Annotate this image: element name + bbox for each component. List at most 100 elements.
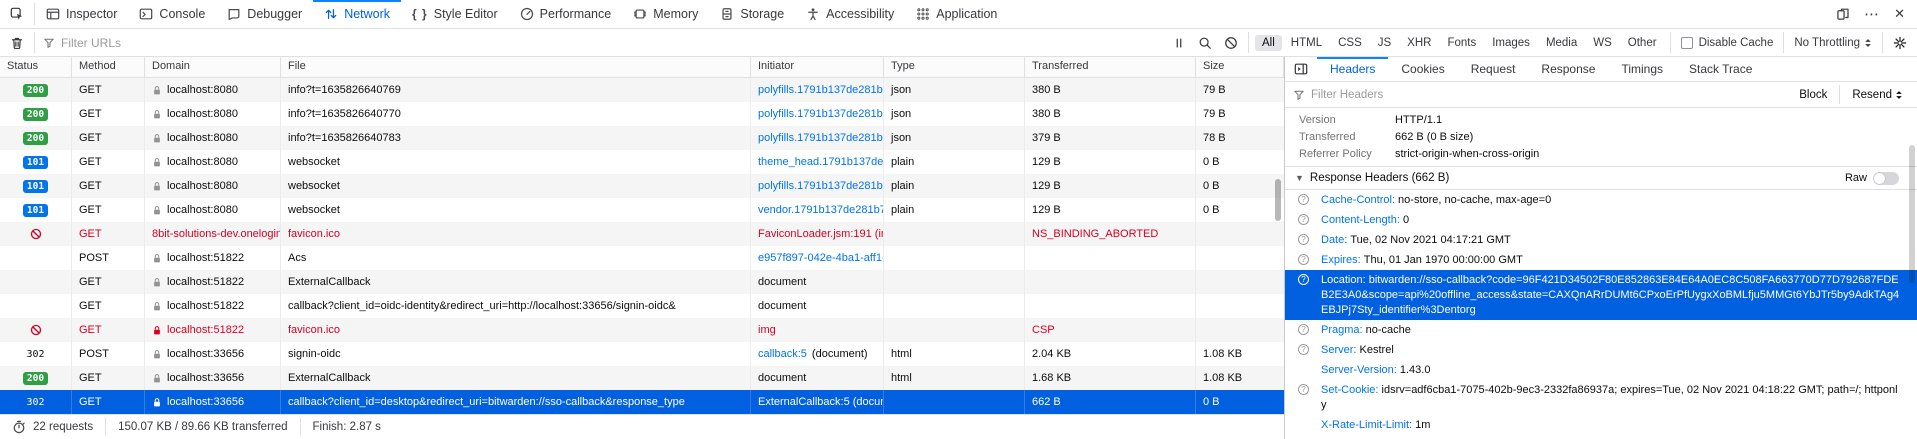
tool-tab-accessibility[interactable]: Accessibility [795,0,905,28]
tool-tab-network[interactable]: Network [313,0,401,28]
type-filter-css[interactable]: CSS [1331,35,1369,51]
table-row[interactable]: GET8bit-solutions-dev.onelogin…favicon.i… [0,222,1284,246]
header-row[interactable]: ?Server: Kestrel [1285,340,1917,360]
throttling-dropdown[interactable]: No Throttling [1784,37,1882,49]
header-value: Tue, 02 Nov 2021 04:17:21 GMT [1347,234,1510,246]
tool-tab-storage[interactable]: Storage [709,0,795,28]
block-button[interactable]: Block [1793,89,1833,101]
initiator-link[interactable]: e957f897-042e-4ba1-aff1-… [758,252,884,264]
table-row[interactable]: 101GETlocalhost:8080websocketpolyfills.1… [0,174,1284,198]
header-row[interactable]: ?Date: Tue, 02 Nov 2021 04:17:21 GMT [1285,230,1917,250]
headers-summary: VersionHTTP/1.1Transferred662 B (0 B siz… [1285,108,1917,166]
table-row[interactable]: 200GETlocalhost:33656ExternalCallbackdoc… [0,366,1284,390]
cell-type [884,318,1025,342]
disable-cache-control[interactable]: Disable Cache [1671,37,1784,49]
header-row[interactable]: ?Content-Length: 0 [1285,210,1917,230]
table-row[interactable]: 302GETlocalhost:33656callback?client_id=… [0,390,1284,414]
type-filter-fonts[interactable]: Fonts [1440,35,1483,51]
meatball-menu-icon[interactable]: ⋯ [1864,7,1880,22]
column-header-size[interactable]: Size [1196,57,1284,77]
response-headers-section-header[interactable]: ▼ Response Headers (662 B) Raw [1285,166,1917,190]
tool-tab-style-editor[interactable]: { }Style Editor [401,0,509,28]
table-row[interactable]: 200GETlocalhost:8080info?t=1635826640770… [0,102,1284,126]
table-row[interactable]: GETlocalhost:51822favicon.icoimgCSP [0,318,1284,342]
initiator-link[interactable]: polyfills.1791b137de281b787… [758,108,884,120]
column-header-domain[interactable]: Domain [145,57,281,77]
cell-transferred: 1.68 KB [1025,366,1196,390]
node-picker-button[interactable] [0,0,34,28]
column-header-transferred[interactable]: Transferred [1025,57,1196,77]
table-row[interactable]: 302POSTlocalhost:33656signin-oidccallbac… [0,342,1284,366]
pause-traffic-icon[interactable] [1172,36,1186,50]
lock-icon [152,205,162,216]
type-filter-xhr[interactable]: XHR [1400,35,1438,51]
table-row[interactable]: 101GETlocalhost:8080websockettheme_head.… [0,150,1284,174]
request-list-scrollbar[interactable] [1275,179,1281,221]
details-tab-headers[interactable]: Headers [1317,57,1388,81]
details-tab-request[interactable]: Request [1458,57,1529,81]
type-filter-images[interactable]: Images [1485,35,1537,51]
column-header-status[interactable]: Status [0,57,72,77]
block-requests-icon[interactable] [1224,36,1238,50]
type-filter-html[interactable]: HTML [1284,35,1329,51]
initiator-link[interactable]: polyfills.1791b137de281b787… [758,180,884,192]
initiator-link[interactable]: FaviconLoader.jsm:191 (img) [758,228,884,240]
details-tab-stack-trace[interactable]: Stack Trace [1676,57,1765,81]
cell-method: GET [72,78,145,102]
filter-urls-input[interactable] [61,36,1154,50]
type-filter-media[interactable]: Media [1539,35,1584,51]
resend-dropdown[interactable]: Resend [1846,89,1909,101]
type-filter-all[interactable]: All [1255,35,1282,51]
type-filter-other[interactable]: Other [1621,35,1664,51]
clear-requests-button[interactable] [0,36,34,50]
cell-status: 200 [0,366,72,390]
raw-toggle[interactable] [1873,172,1899,185]
details-scrollbar[interactable] [1909,145,1915,283]
tool-tab-console[interactable]: Console [128,0,216,28]
header-row[interactable]: ?Set-Cookie: idsrv=adf6cba1-7075-402b-9e… [1285,380,1917,415]
initiator-link[interactable]: theme_head.1791b137de281… [758,156,884,168]
column-header-type[interactable]: Type [884,57,1025,77]
initiator-link[interactable]: vendor.1791b137de281b787… [758,204,884,216]
header-row[interactable]: X-Rate-Limit-Limit: 1m [1285,415,1917,435]
url-filter-box [35,36,1162,50]
gear-icon[interactable] [1883,36,1917,50]
search-icon[interactable] [1198,36,1212,50]
responsive-design-icon[interactable] [1836,7,1850,21]
filter-headers-input[interactable] [1311,89,1787,101]
header-row[interactable]: ?Cache-Control: no-store, no-cache, max-… [1285,190,1917,210]
initiator-link[interactable]: callback:5 [758,348,807,360]
header-row[interactable]: ?Expires: Thu, 01 Jan 1970 00:00:00 GMT [1285,250,1917,270]
tool-tab-application[interactable]: Application [905,0,1008,28]
disable-cache-checkbox[interactable] [1681,37,1693,49]
column-header-method[interactable]: Method [72,57,145,77]
status-badge: 101 [23,204,48,217]
table-row[interactable]: 101GETlocalhost:8080websocketvendor.1791… [0,198,1284,222]
table-row[interactable]: POSTlocalhost:51822Acse957f897-042e-4ba1… [0,246,1284,270]
tool-tab-debugger[interactable]: Debugger [216,0,313,28]
cell-initiator: polyfills.1791b137de281b787… [751,78,884,102]
details-tab-timings[interactable]: Timings [1608,57,1676,81]
column-header-initiator[interactable]: Initiator [751,57,884,77]
tool-tab-memory[interactable]: Memory [622,0,709,28]
type-filter-js[interactable]: JS [1371,35,1398,51]
header-row[interactable]: ?Pragma: no-cache [1285,320,1917,340]
header-row[interactable]: ?Location: bitwarden://sso-callback?code… [1285,270,1917,320]
table-row[interactable]: GETlocalhost:51822callback?client_id=oid… [0,294,1284,318]
tool-tab-inspector[interactable]: Inspector [35,0,128,28]
initiator-link[interactable]: polyfills.1791b137de281b787… [758,84,884,96]
initiator-link[interactable]: polyfills.1791b137de281b787… [758,132,884,144]
table-row[interactable]: 200GETlocalhost:8080info?t=1635826640769… [0,78,1284,102]
tool-tab-performance[interactable]: Performance [509,0,623,28]
details-tab-response[interactable]: Response [1528,57,1608,81]
table-row[interactable]: GETlocalhost:51822ExternalCallbackdocume… [0,270,1284,294]
header-row[interactable]: Server-Version: 1.43.0 [1285,360,1917,380]
sidebar-toggle-icon[interactable] [1285,57,1317,81]
close-icon[interactable]: ✕ [1894,6,1905,22]
table-row[interactable]: 200GETlocalhost:8080info?t=1635826640783… [0,126,1284,150]
initiator-link[interactable]: ExternalCallback:5 (docume… [758,396,884,408]
cell-type: json [884,126,1025,150]
type-filter-ws[interactable]: WS [1586,35,1619,51]
details-tab-cookies[interactable]: Cookies [1388,57,1457,81]
column-header-file[interactable]: File [281,57,751,77]
